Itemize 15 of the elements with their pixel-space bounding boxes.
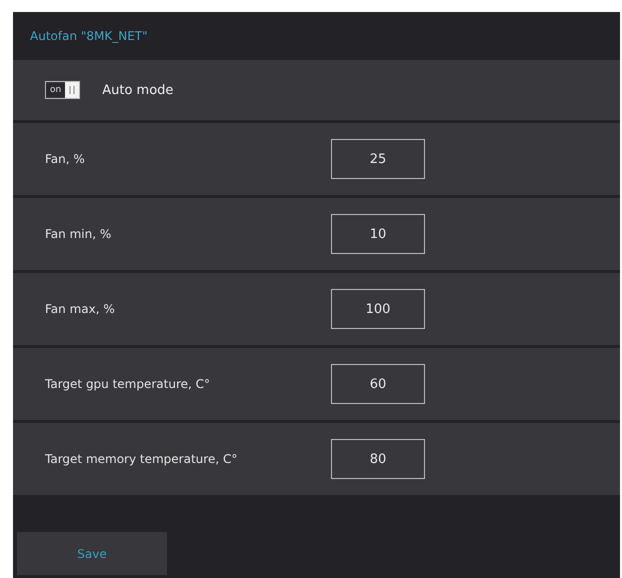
input-field[interactable]: 60 [331, 364, 425, 404]
field-label: Fan max, % [45, 302, 116, 316]
input-field[interactable]: 100 [331, 289, 425, 329]
input-field[interactable]: 25 [331, 139, 425, 179]
field-label: Fan, % [45, 152, 86, 166]
save-button[interactable]: Save [17, 532, 167, 575]
auto-mode-label: Auto mode [102, 82, 174, 98]
switch-knob-icon [65, 82, 80, 98]
field-label: Target gpu temperature, C° [45, 377, 212, 391]
field-label: Fan min, % [45, 227, 112, 241]
input-field[interactable]: 80 [331, 439, 425, 479]
field-label: Target memory temperature, C° [45, 452, 238, 466]
panel-title: Autofan "8MK_NET" [29, 28, 149, 45]
auto-mode-switch[interactable]: on [45, 81, 80, 99]
input-field[interactable]: 10 [331, 214, 425, 254]
